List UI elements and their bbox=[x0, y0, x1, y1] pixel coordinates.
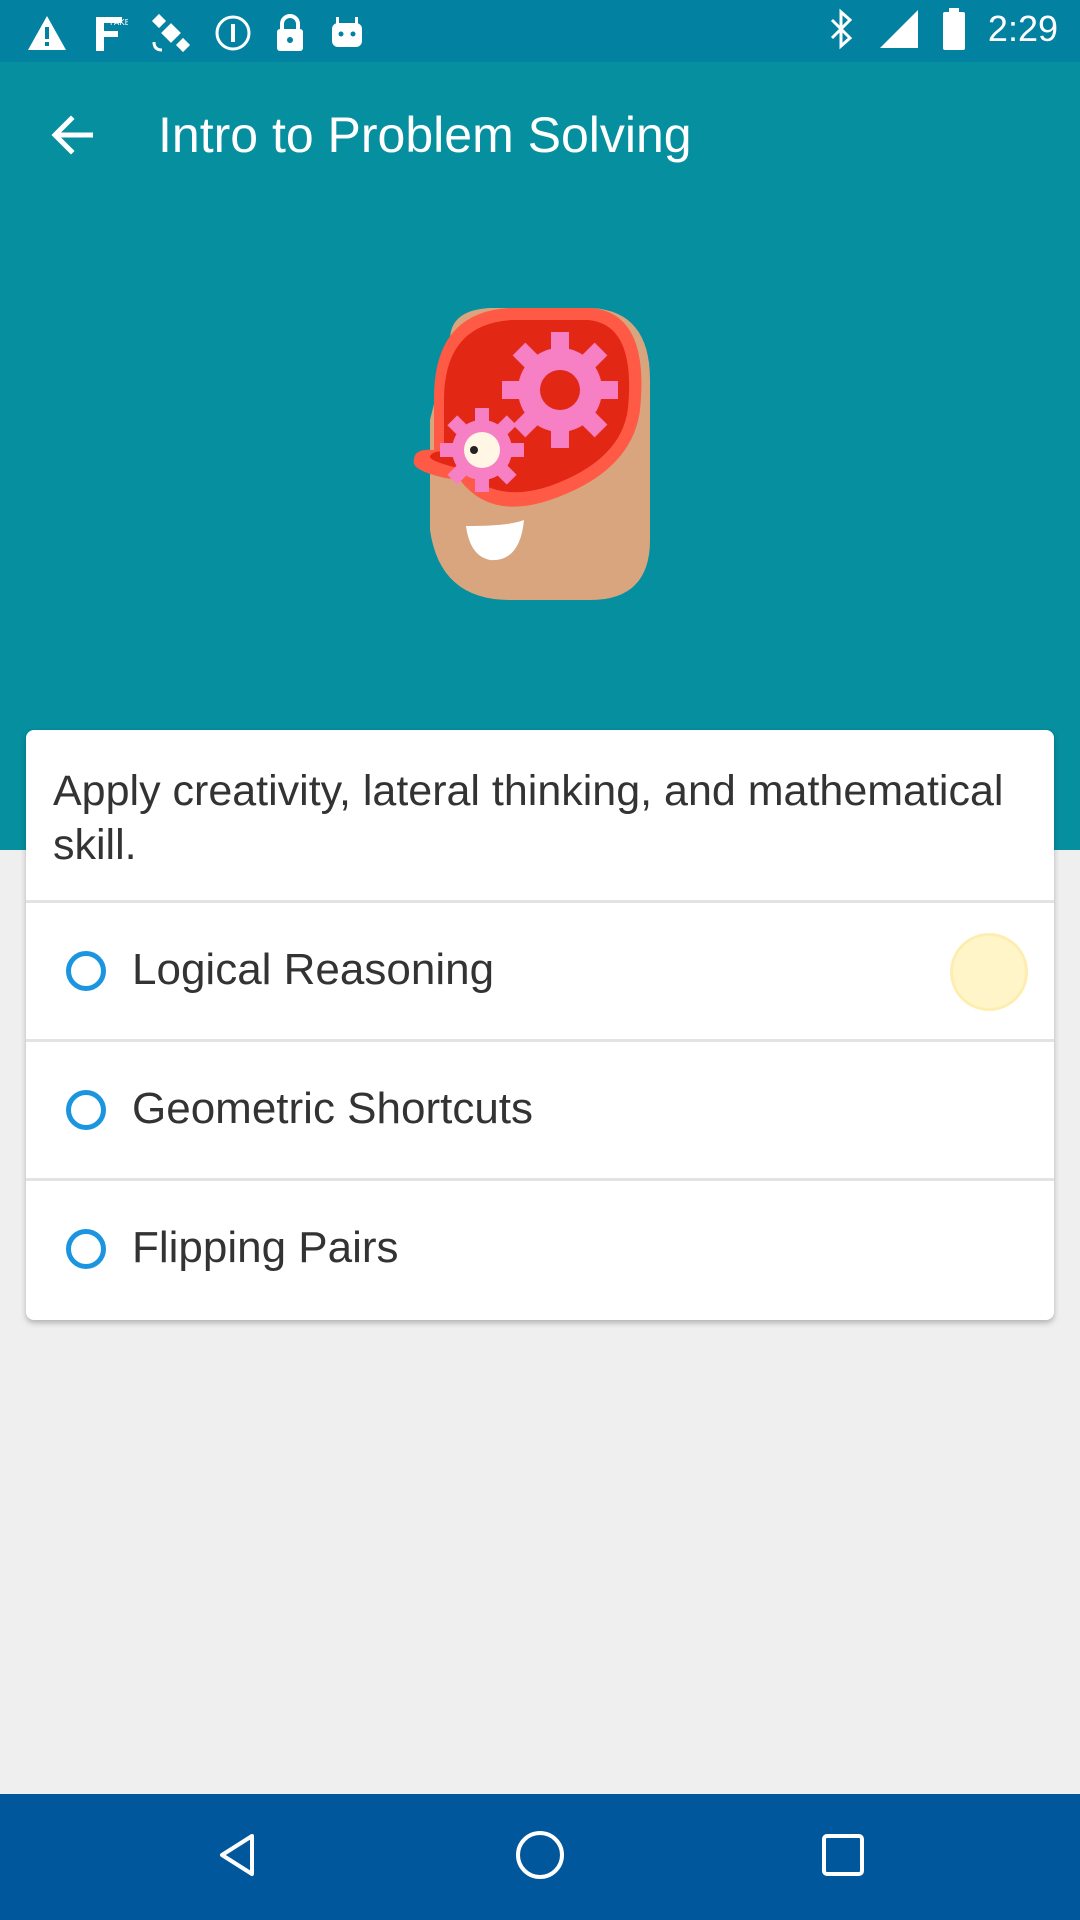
list-item-label: Flipping Pairs bbox=[132, 1223, 399, 1272]
fake-gps-icon: FAKE bbox=[90, 13, 128, 53]
arrow-back-icon bbox=[49, 114, 97, 160]
mascot-illustration bbox=[400, 300, 660, 610]
radio-circle-icon bbox=[66, 1229, 106, 1269]
lock-icon bbox=[274, 13, 306, 53]
list-item-label: Geometric Shortcuts bbox=[132, 1084, 534, 1133]
list-item-label: Logical Reasoning bbox=[132, 945, 495, 994]
status-bar: FAKE 2:29 bbox=[0, 0, 1080, 62]
list-item-geometric-shortcuts[interactable]: Geometric Shortcuts bbox=[26, 1042, 1054, 1178]
list-item-logical-reasoning[interactable]: Logical Reasoning bbox=[26, 903, 1054, 1039]
android-icon bbox=[328, 15, 366, 51]
page-title: Intro to Problem Solving bbox=[158, 107, 692, 163]
satellite-icon bbox=[150, 12, 192, 54]
progress-indicator-icon bbox=[950, 933, 1028, 1011]
signal-icon bbox=[878, 8, 920, 50]
svg-text:FAKE: FAKE bbox=[110, 18, 128, 27]
clock: 2:29 bbox=[987, 8, 1058, 49]
nav-home-button[interactable] bbox=[505, 1822, 575, 1892]
recents-square-icon bbox=[819, 1831, 867, 1884]
list-item-flipping-pairs[interactable]: Flipping Pairs bbox=[26, 1181, 1054, 1317]
circle-info-icon bbox=[214, 14, 252, 52]
app-bar: Intro to Problem Solving bbox=[0, 62, 1080, 210]
radio-circle-icon bbox=[66, 951, 106, 991]
home-circle-icon bbox=[513, 1828, 567, 1887]
card-description: Apply creativity, lateral thinking, and … bbox=[53, 767, 1004, 869]
system-nav-bar bbox=[0, 1794, 1080, 1920]
back-triangle-icon bbox=[212, 1830, 262, 1885]
battery-icon bbox=[942, 8, 966, 50]
nav-recents-button[interactable] bbox=[808, 1822, 878, 1892]
nav-back-button[interactable] bbox=[202, 1822, 272, 1892]
radio-circle-icon bbox=[66, 1090, 106, 1130]
back-button[interactable] bbox=[38, 102, 108, 172]
topic-card: Apply creativity, lateral thinking, and … bbox=[26, 730, 1054, 1320]
bluetooth-icon bbox=[828, 8, 856, 50]
alert-icon bbox=[26, 14, 68, 52]
